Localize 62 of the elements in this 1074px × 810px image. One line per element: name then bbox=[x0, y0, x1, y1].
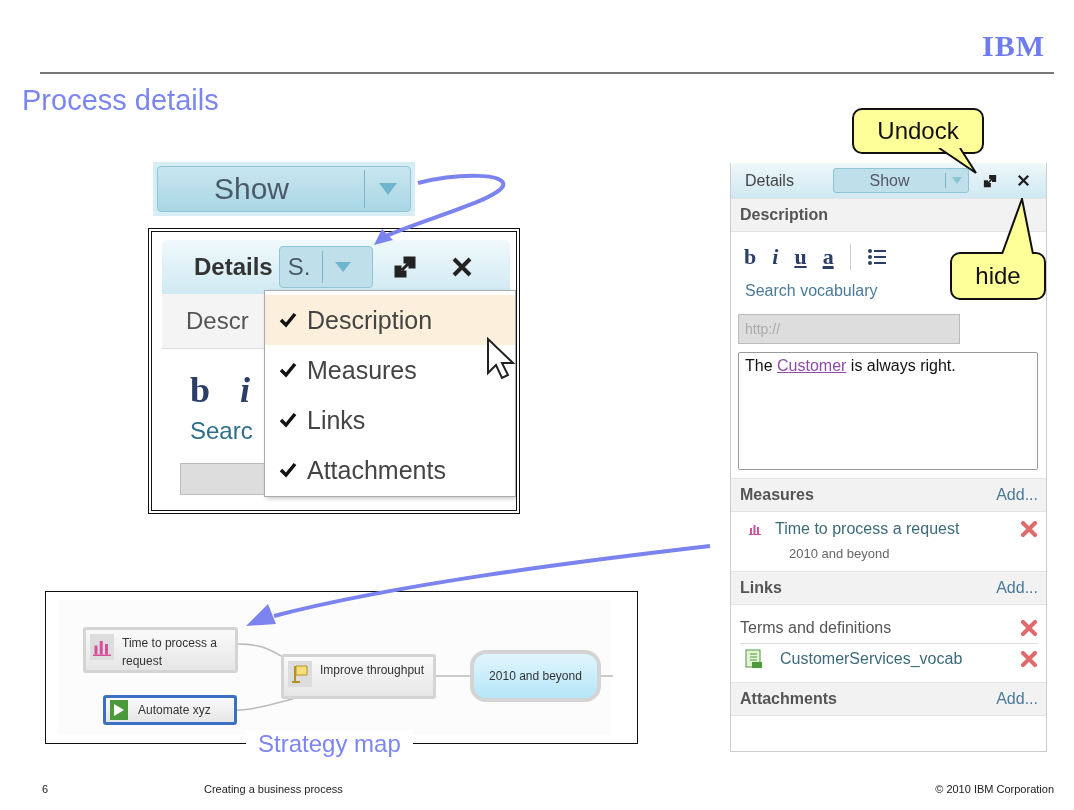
format-button[interactable]: b bbox=[744, 244, 757, 270]
search-link[interactable]: Search vocabulary bbox=[745, 282, 878, 300]
close-icon[interactable] bbox=[1017, 174, 1030, 187]
section-title: Measures bbox=[740, 486, 814, 504]
dropdown-arrow-icon bbox=[952, 177, 962, 184]
delete-icon[interactable] bbox=[1020, 521, 1038, 537]
menu-item[interactable]: Measures bbox=[265, 345, 515, 395]
flag-icon bbox=[288, 661, 312, 687]
map-node[interactable]: 2010 and beyond bbox=[470, 650, 601, 702]
show-dropdown[interactable]: Show bbox=[153, 162, 415, 216]
menu-item[interactable]: Links bbox=[265, 395, 515, 445]
ibm-logo: IBM bbox=[982, 30, 1045, 62]
add-link[interactable]: Add... bbox=[996, 579, 1038, 597]
show-dropdown[interactable]: S. bbox=[278, 246, 373, 288]
add-link[interactable]: Add... bbox=[996, 690, 1038, 708]
vocabulary-link[interactable]: CustomerServices_vocab bbox=[780, 650, 1004, 668]
panel-title: Details bbox=[194, 253, 273, 281]
link[interactable]: Customer bbox=[777, 357, 847, 374]
connector-line bbox=[236, 698, 294, 711]
section-title: Links bbox=[740, 579, 782, 597]
delete-icon[interactable] bbox=[1020, 651, 1038, 667]
format-button[interactable]: b bbox=[190, 369, 211, 411]
slide-title: Process details bbox=[22, 84, 219, 117]
play-icon bbox=[110, 700, 128, 720]
page-number: 6 bbox=[42, 783, 49, 795]
footer-title: Creating a business process bbox=[204, 783, 343, 795]
format-button[interactable]: i bbox=[772, 244, 779, 270]
description-text: The Customer is always right. bbox=[745, 357, 956, 374]
bar-chart-icon bbox=[749, 523, 761, 535]
menu-item[interactable]: Description bbox=[265, 295, 515, 345]
bar-chart-icon bbox=[90, 634, 114, 660]
format-button[interactable]: u bbox=[794, 244, 807, 270]
connector-line bbox=[435, 675, 471, 677]
section-title: Description bbox=[740, 206, 828, 224]
delete-icon[interactable] bbox=[1020, 620, 1038, 636]
callout-pointer bbox=[1000, 198, 1034, 254]
link-group-label: Terms and definitions bbox=[740, 619, 893, 637]
undock-icon[interactable] bbox=[392, 255, 417, 279]
map-node[interactable]: Time to process a request bbox=[83, 627, 238, 673]
panel-title: Details bbox=[745, 171, 795, 190]
undock-icon[interactable] bbox=[983, 173, 997, 188]
callout-pointer bbox=[938, 148, 978, 174]
vocabulary-icon bbox=[744, 649, 764, 669]
connector-line bbox=[600, 675, 614, 677]
measure-name[interactable]: Time to process a request bbox=[775, 520, 1006, 538]
map-node[interactable]: Improve throughput bbox=[281, 654, 436, 699]
list-icon[interactable] bbox=[866, 248, 887, 266]
menu-item[interactable]: Attachments bbox=[265, 445, 515, 495]
close-icon[interactable] bbox=[450, 256, 473, 278]
copyright: © 2010 IBM Corporation bbox=[935, 783, 1054, 795]
dropdown-arrow-icon bbox=[335, 262, 352, 272]
format-button[interactable]: a bbox=[822, 244, 834, 270]
connector-line bbox=[237, 643, 282, 657]
add-link[interactable]: Add... bbox=[996, 486, 1038, 504]
measure-timeframe: 2010 and beyond bbox=[789, 546, 891, 561]
format-button[interactable]: i bbox=[240, 369, 251, 411]
text-area[interactable]: The Customer is always right. bbox=[738, 352, 1038, 470]
dropdown-arrow-icon bbox=[379, 183, 397, 195]
section-title: Attachments bbox=[740, 690, 837, 708]
map-node[interactable]: Automate xyz bbox=[103, 695, 237, 725]
show-dropdown[interactable]: Show bbox=[833, 168, 969, 193]
section-title: Descr bbox=[186, 307, 249, 335]
